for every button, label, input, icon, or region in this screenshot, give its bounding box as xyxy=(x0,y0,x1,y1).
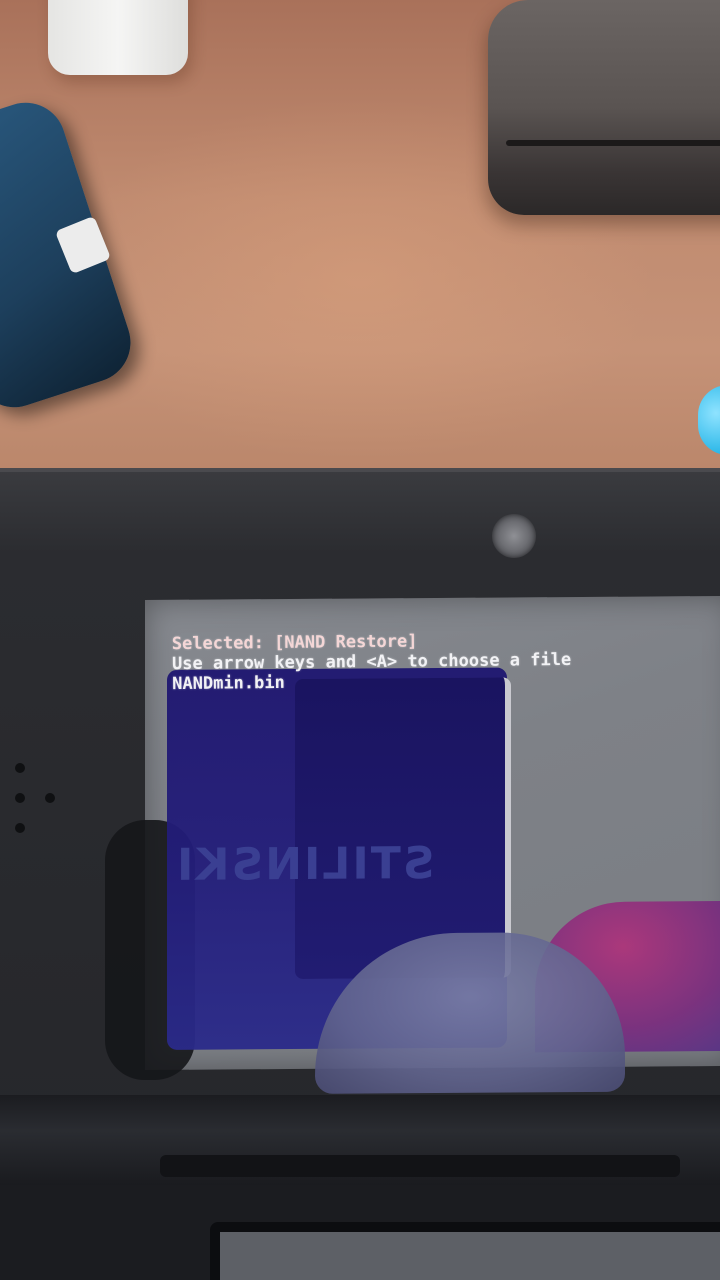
speaker-dot xyxy=(15,823,25,833)
wallet-seam xyxy=(506,140,720,146)
wallet xyxy=(488,0,720,215)
speaker-dot xyxy=(45,793,55,803)
bottom-screen xyxy=(210,1222,720,1280)
camera-icon xyxy=(492,514,536,558)
speaker-dot xyxy=(15,793,25,803)
reflection-text: STILINSKI xyxy=(175,838,435,891)
speaker-dot xyxy=(15,763,25,773)
photo: STILINSKI Selected: [NAND Restore] Use ar… xyxy=(0,0,720,1280)
instruction-line: Use arrow keys and <A> to choose a file xyxy=(171,649,572,675)
console-output: Selected: [NAND Restore] Use arrow keys a… xyxy=(171,630,572,695)
hinge-slot xyxy=(160,1155,680,1177)
file-item[interactable]: NANDmin.bin xyxy=(172,670,571,694)
white-cup xyxy=(48,0,188,75)
